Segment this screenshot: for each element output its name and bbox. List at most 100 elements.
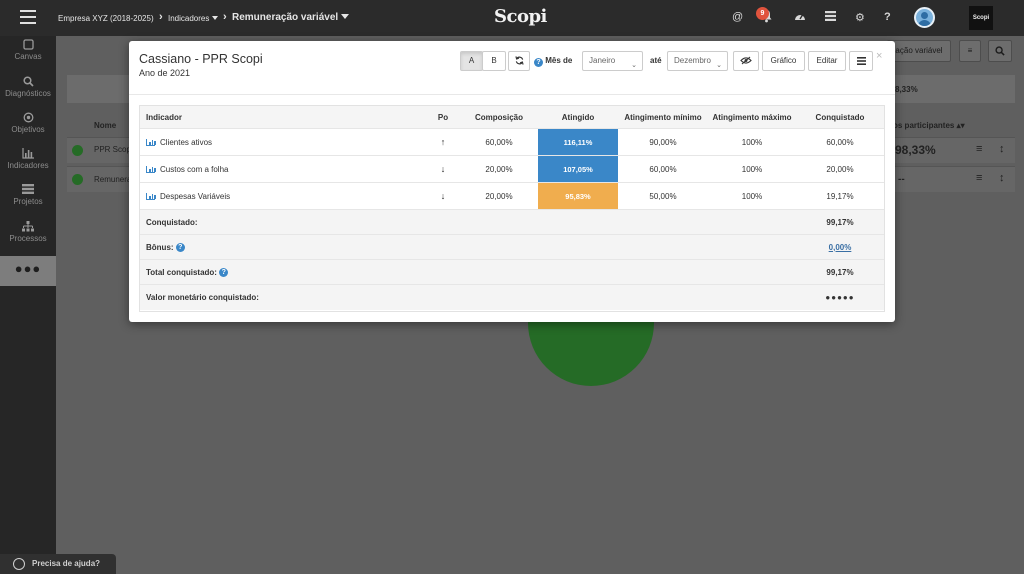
scopi-logo[interactable]: Scopi xyxy=(494,6,547,27)
chevron-right-icon: › xyxy=(223,11,227,23)
sidebar-more-button[interactable]: ●●● xyxy=(0,256,56,286)
composition-cell: 60,00% xyxy=(485,137,513,147)
month-label: ? Mês de xyxy=(534,56,572,67)
total-label: Total conquistado: xyxy=(146,267,217,277)
notification-badge: 9 xyxy=(756,7,769,20)
chevron-down-icon: ⌄ xyxy=(631,62,637,69)
composition-cell: 20,00% xyxy=(485,164,513,174)
arrow-up-icon: ↑ xyxy=(440,137,446,147)
bar-chart-icon xyxy=(0,148,56,160)
at-icon[interactable]: @ xyxy=(732,11,743,23)
until-label: até xyxy=(650,56,662,65)
background-menu-button: ≡ xyxy=(959,40,981,62)
help-icon[interactable]: ? xyxy=(534,58,543,67)
chart-icon xyxy=(146,165,156,173)
breadcrumb-company[interactable]: Empresa XYZ (2018-2025) xyxy=(58,14,154,23)
background-row-value: 98,33% xyxy=(895,143,936,157)
sidebar-item-label: Processos xyxy=(9,234,47,243)
sitemap-icon xyxy=(0,221,56,233)
background-row-sort-icon: ↕ xyxy=(999,172,1005,184)
gear-icon[interactable]: ⚙ xyxy=(855,11,865,24)
indicator-name: Despesas Variáveis xyxy=(160,191,231,201)
modal-menu-button[interactable] xyxy=(849,51,873,71)
background-row-menu-icon: ≡ xyxy=(976,172,983,184)
help-icon[interactable]: ? xyxy=(219,267,229,277)
chevron-down-icon: ⌄ xyxy=(716,62,722,69)
col-max: Atingimento máximo xyxy=(712,112,792,122)
sidebar-item-label: Indicadores xyxy=(7,161,49,170)
max-cell: 100% xyxy=(741,164,763,174)
achieved-cell: 107,05% xyxy=(538,156,618,182)
breadcrumb-indicators-label: Indicadores xyxy=(168,14,210,23)
menu-icon[interactable] xyxy=(20,10,36,24)
col-min: Atingimento mínimo xyxy=(624,112,702,122)
sidebar-item-processos[interactable]: Processos xyxy=(0,221,56,243)
summary-value: 99,17% xyxy=(826,217,854,227)
help-icon[interactable]: ? xyxy=(175,242,185,252)
background-search-icon xyxy=(988,40,1012,62)
close-icon[interactable]: × xyxy=(876,50,882,62)
indicator-cell[interactable]: Clientes ativos xyxy=(146,129,416,155)
summary-label: Bônus: ? xyxy=(146,235,446,259)
caret-down-icon xyxy=(341,14,350,19)
indicator-cell[interactable]: Custos com a folha xyxy=(146,156,416,182)
chart-button[interactable]: Gráfico xyxy=(762,51,805,71)
results-modal: Cassiano - PPR Scopi Ano de 2021 A B ? M… xyxy=(129,41,895,322)
top-bar: Empresa XYZ (2018-2025) › Indicadores › … xyxy=(0,0,1024,36)
col-achieved: Atingido xyxy=(561,112,595,122)
indicator-cell[interactable]: Despesas Variáveis xyxy=(146,183,416,209)
breadcrumb-current[interactable]: Remuneração variável xyxy=(232,12,350,23)
summary-row-bonus: Bônus: ? 0,00% xyxy=(140,235,884,260)
list-icon[interactable] xyxy=(825,11,836,24)
hide-values-button[interactable] xyxy=(733,51,759,71)
month-from-select[interactable]: Janeiro ⌄ xyxy=(582,51,643,71)
bonus-value: 0,00% xyxy=(828,242,852,252)
status-dot xyxy=(72,145,83,156)
achieved-cell: 116,11% xyxy=(538,129,618,155)
summary-label: Total conquistado: ? xyxy=(146,260,446,284)
sidebar-item-objetivos[interactable]: Objetivos xyxy=(0,112,56,134)
chart-icon xyxy=(146,138,156,146)
conquered-cell: 19,17% xyxy=(826,191,854,201)
help-icon[interactable]: ? xyxy=(884,11,891,23)
sidebar-item-diagnosticos[interactable]: Diagnósticos xyxy=(0,76,56,98)
caret-down-icon xyxy=(212,16,219,20)
chart-icon xyxy=(146,192,156,200)
hidden-monetary-value: ●●●●● xyxy=(825,293,855,302)
dashboard-icon[interactable] xyxy=(794,11,806,24)
col-composition: Composição xyxy=(474,112,523,122)
sidebar-item-projetos[interactable]: Projetos xyxy=(0,184,56,206)
avatar[interactable] xyxy=(914,7,935,28)
version-a-button[interactable]: A xyxy=(460,51,483,71)
background-action-button: ação variável xyxy=(887,40,951,62)
month-from-value: Janeiro xyxy=(589,56,616,65)
min-cell: 50,00% xyxy=(649,191,677,201)
breadcrumb-indicators[interactable]: Indicadores xyxy=(168,14,219,23)
table-row: Custos com a folha ↓ 20,00% 107,05% 60,0… xyxy=(140,156,884,183)
help-button[interactable]: Precisa de ajuda? xyxy=(0,554,116,574)
summary-row-monetary: Valor monetário conquistado: ●●●●● xyxy=(140,285,884,310)
sidebar-item-label: Canvas xyxy=(14,52,42,61)
background-row-name: Remunera xyxy=(94,175,132,184)
arrow-down-icon: ↓ xyxy=(440,164,446,174)
chat-icon xyxy=(13,558,25,570)
bonus-value-link[interactable]: 0,00% xyxy=(796,235,884,259)
indicator-name: Custos com a folha xyxy=(160,164,229,174)
arrow-down-icon: ↓ xyxy=(440,191,446,201)
modal-divider xyxy=(129,94,895,95)
refresh-button[interactable] xyxy=(508,51,530,71)
projects-icon xyxy=(0,184,56,196)
background-row-menu-icon: ≡ xyxy=(976,143,983,155)
sidebar: Canvas Diagnósticos Objetivos Indicadore… xyxy=(0,36,56,574)
version-b-button[interactable]: B xyxy=(482,51,506,71)
month-to-select[interactable]: Dezembro ⌄ xyxy=(667,51,728,71)
search-icon xyxy=(0,76,56,88)
sidebar-item-label: Diagnósticos xyxy=(5,89,51,98)
sidebar-item-indicadores[interactable]: Indicadores xyxy=(0,148,56,170)
chevron-right-icon: › xyxy=(159,11,163,23)
max-cell: 100% xyxy=(741,137,763,147)
month-label-text: Mês de xyxy=(545,56,573,65)
sidebar-item-canvas[interactable]: Canvas xyxy=(0,39,56,61)
edit-button[interactable]: Editar xyxy=(808,51,846,71)
sidebar-item-label: Projetos xyxy=(13,197,43,206)
